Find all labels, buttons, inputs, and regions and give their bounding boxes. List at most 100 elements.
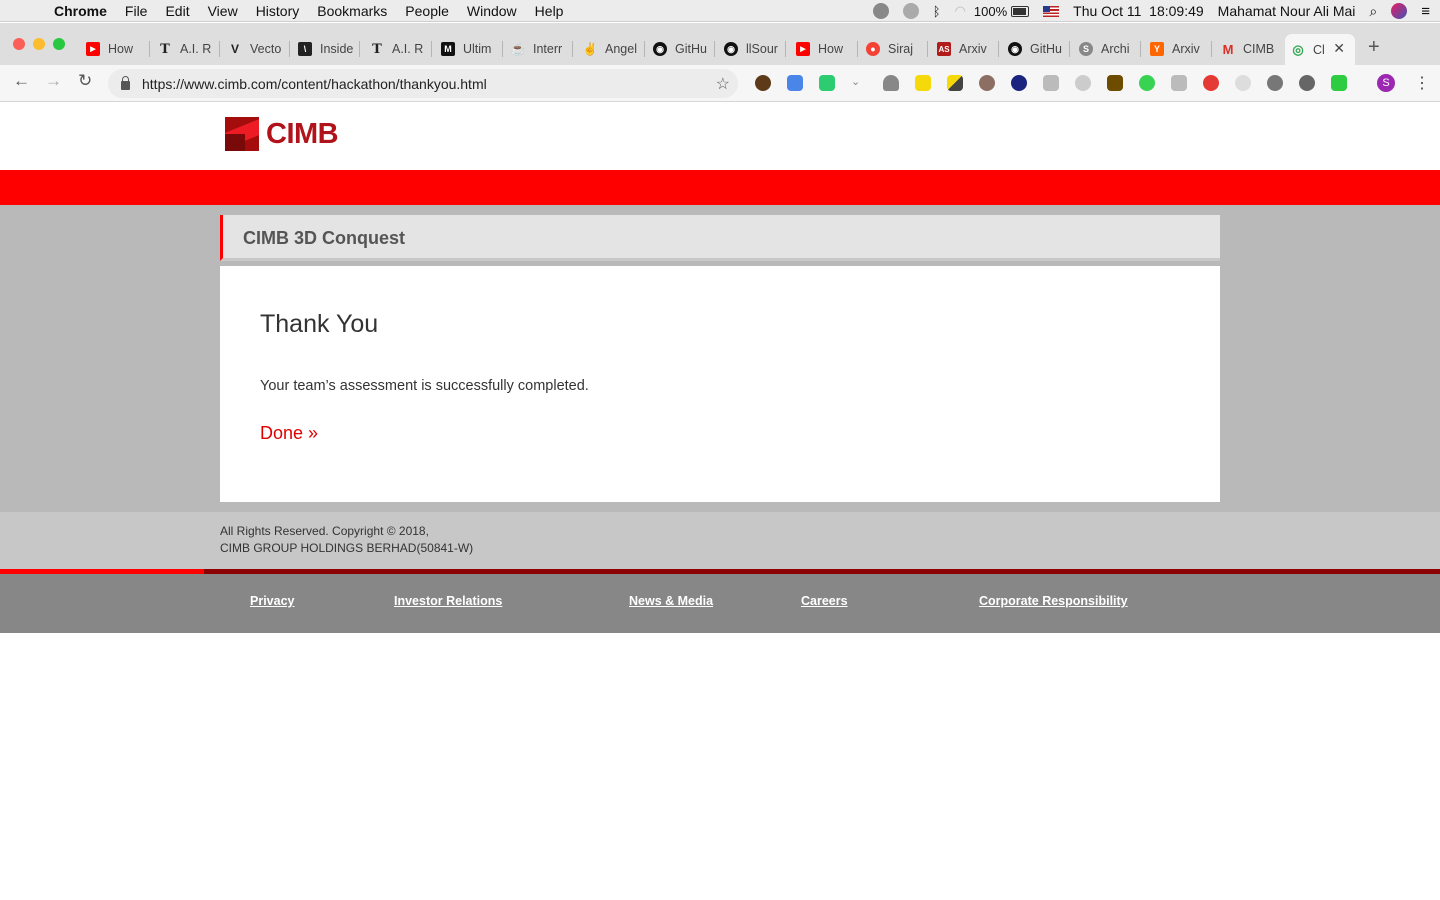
tab-title: How bbox=[818, 42, 844, 56]
footer-link-corporate-responsibility[interactable]: Corporate Responsibility bbox=[979, 594, 1128, 608]
extension-icon[interactable] bbox=[1267, 75, 1283, 91]
current-user[interactable]: Mahamat Nour Ali Mai bbox=[1218, 3, 1356, 19]
minimize-window-button[interactable] bbox=[33, 38, 45, 50]
done-link[interactable]: Done » bbox=[260, 423, 318, 444]
close-tab-icon[interactable]: ✕ bbox=[1333, 40, 1345, 57]
nytimes-icon: T bbox=[160, 41, 170, 57]
menu-history[interactable]: History bbox=[256, 3, 300, 19]
extension-icon[interactable] bbox=[755, 75, 771, 91]
profile-avatar[interactable]: S bbox=[1377, 74, 1395, 92]
tab-title: Siraj bbox=[888, 42, 914, 56]
menu-file[interactable]: File bbox=[125, 3, 148, 19]
notification-icon[interactable] bbox=[872, 3, 889, 19]
github-icon: ◉ bbox=[653, 42, 667, 56]
extension-icon[interactable] bbox=[1107, 75, 1123, 91]
spotlight-search-icon[interactable]: ⌕ bbox=[1369, 3, 1377, 20]
extension-icon[interactable] bbox=[883, 75, 899, 91]
wifi-icon[interactable]: ◠ bbox=[955, 3, 966, 19]
address-url[interactable]: https://www.cimb.com/content/hackathon/t… bbox=[142, 76, 487, 92]
cloud-icon[interactable] bbox=[1075, 75, 1091, 91]
dictionary-icon[interactable] bbox=[1043, 75, 1059, 91]
menu-window[interactable]: Window bbox=[467, 3, 517, 19]
tab[interactable]: T A.I. R bbox=[158, 34, 220, 64]
bluetooth-icon[interactable]: ᛒ bbox=[933, 4, 941, 19]
github-icon: ◉ bbox=[724, 42, 738, 56]
cimb-page-icon: ◎ bbox=[1292, 41, 1304, 57]
maximize-window-button[interactable] bbox=[53, 38, 65, 50]
menu-people[interactable]: People bbox=[405, 3, 449, 19]
tab[interactable]: ◉ GitHu bbox=[1008, 34, 1070, 64]
patreon-icon: ● bbox=[866, 42, 880, 56]
menu-help[interactable]: Help bbox=[535, 3, 564, 19]
menu-edit[interactable]: Edit bbox=[165, 3, 189, 19]
red-banner bbox=[0, 170, 1440, 205]
close-window-button[interactable] bbox=[13, 38, 25, 50]
notification-center-icon[interactable]: ≡ bbox=[1421, 3, 1430, 20]
extension-icon[interactable] bbox=[1011, 75, 1027, 91]
battery-percent[interactable]: 100% bbox=[974, 4, 1007, 19]
new-tab-button[interactable]: + bbox=[1368, 36, 1380, 59]
footer-link-investor-relations[interactable]: Investor Relations bbox=[394, 594, 502, 608]
tab[interactable]: \ Inside bbox=[298, 34, 360, 64]
siri-icon[interactable] bbox=[1391, 3, 1408, 19]
extension-icon[interactable] bbox=[1139, 75, 1155, 91]
tab-title: A.I. R bbox=[180, 42, 212, 56]
battery-icon[interactable] bbox=[1011, 5, 1030, 17]
copyright-line-2: CIMB GROUP HOLDINGS BERHAD(50841-W) bbox=[220, 541, 474, 555]
menu-app-name[interactable]: Chrome bbox=[54, 3, 107, 19]
chevron-down-icon[interactable]: ⌄ bbox=[851, 75, 867, 91]
tab[interactable]: ☕ Interr bbox=[511, 34, 573, 64]
clock[interactable]: Thu Oct 11 18:09:49 bbox=[1073, 3, 1204, 19]
tab[interactable]: ● Siraj bbox=[866, 34, 928, 64]
browser-menu-icon[interactable]: ⋮ bbox=[1414, 73, 1430, 93]
tab-title: Cl bbox=[1313, 42, 1325, 57]
section-title: CIMB 3D Conquest bbox=[243, 228, 405, 248]
forward-button[interactable]: → bbox=[45, 71, 62, 91]
lock-icon[interactable] bbox=[121, 76, 130, 90]
cimb-logo[interactable]: CIMB bbox=[225, 117, 339, 151]
gmail-icon: M bbox=[1222, 41, 1234, 57]
back-button[interactable]: ← bbox=[13, 71, 30, 91]
tab[interactable]: T A.I. R bbox=[370, 34, 432, 64]
tab[interactable]: S Archi bbox=[1079, 34, 1141, 64]
google-translate-icon[interactable] bbox=[787, 75, 803, 91]
completion-message: Your team’s assessment is successfully c… bbox=[260, 378, 589, 394]
menu-view[interactable]: View bbox=[208, 3, 238, 19]
extension-icon[interactable] bbox=[819, 75, 835, 91]
adblock-icon[interactable] bbox=[1203, 75, 1219, 91]
extension-icon[interactable] bbox=[1235, 75, 1251, 91]
highlighter-icon[interactable] bbox=[947, 75, 963, 91]
app-menus: Chrome File Edit View History Bookmarks … bbox=[54, 3, 581, 19]
footer-link-privacy[interactable]: Privacy bbox=[250, 594, 294, 608]
bookmark-star-icon[interactable]: ☆ bbox=[716, 74, 730, 94]
macos-menu-bar: Chrome File Edit View History Bookmarks … bbox=[0, 0, 1440, 22]
github-icon: ◉ bbox=[1008, 42, 1022, 56]
extension-icon[interactable] bbox=[979, 75, 995, 91]
tab[interactable]: ▶ How bbox=[796, 34, 858, 64]
extension-icon[interactable] bbox=[1299, 75, 1315, 91]
browser-toolbar: ← → ↻ https://www.cimb.com/content/hacka… bbox=[0, 65, 1440, 102]
tab[interactable]: ◉ GitHu bbox=[653, 34, 715, 64]
address-bar[interactable]: https://www.cimb.com/content/hackathon/t… bbox=[108, 69, 738, 98]
footer-link-news-media[interactable]: News & Media bbox=[629, 594, 713, 608]
tab-title: CIMB bbox=[1243, 42, 1275, 56]
reload-button[interactable]: ↻ bbox=[78, 71, 92, 91]
tab-title: A.I. R bbox=[392, 42, 424, 56]
tab[interactable]: ▶ How bbox=[86, 34, 150, 64]
tab[interactable]: V Vecto bbox=[228, 34, 290, 64]
footer-link-careers[interactable]: Careers bbox=[801, 594, 848, 608]
arxiv-sanity-icon: AS bbox=[937, 42, 951, 56]
creative-cloud-icon[interactable] bbox=[902, 3, 919, 19]
extension-icon[interactable] bbox=[1331, 75, 1347, 91]
sticky-notes-icon[interactable] bbox=[915, 75, 931, 91]
active-tab[interactable]: ◎ Cl ✕ bbox=[1285, 34, 1355, 65]
tab[interactable]: ✌ Angel bbox=[583, 34, 645, 64]
tab[interactable]: Y Arxiv bbox=[1150, 34, 1212, 64]
tab[interactable]: M CIMB bbox=[1221, 34, 1283, 64]
tab[interactable]: AS Arxiv bbox=[937, 34, 999, 64]
menu-bookmarks[interactable]: Bookmarks bbox=[317, 3, 387, 19]
tab[interactable]: M Ultim bbox=[441, 34, 503, 64]
grid-icon[interactable] bbox=[1171, 75, 1187, 91]
tab[interactable]: ◉ llSour bbox=[724, 34, 786, 64]
input-source-flag-icon[interactable] bbox=[1043, 5, 1060, 17]
